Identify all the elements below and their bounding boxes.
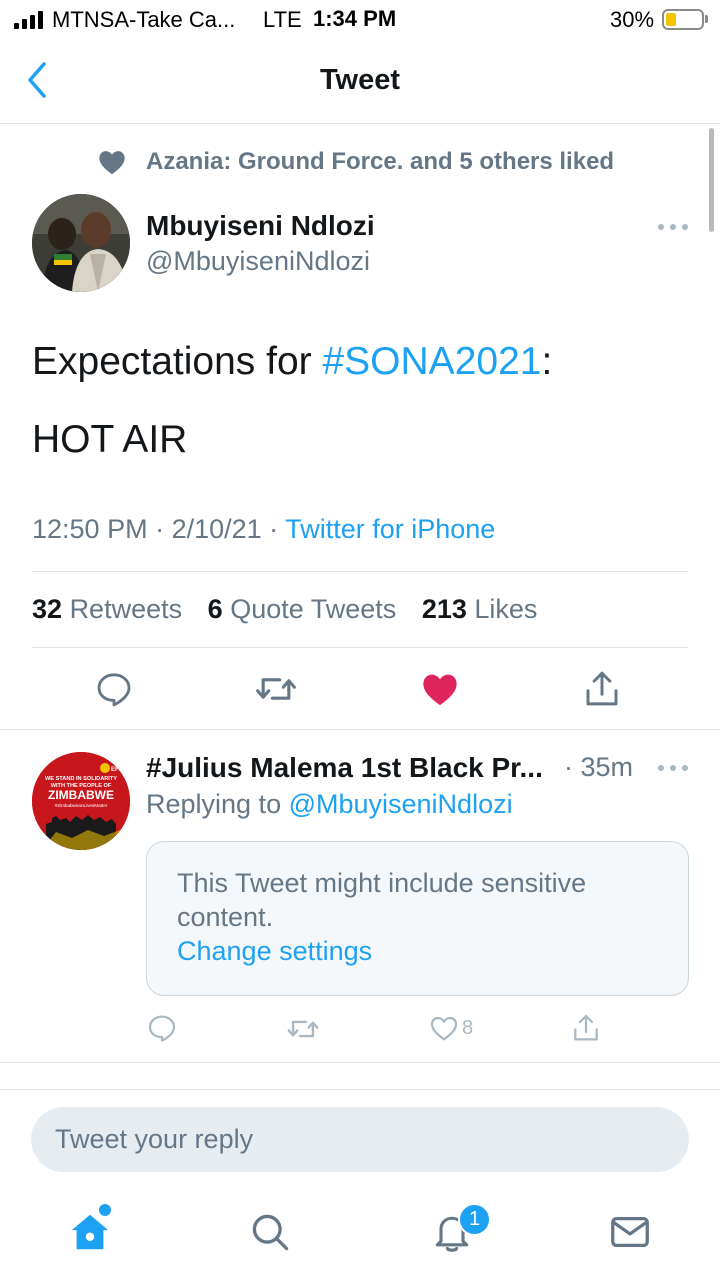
tweet-source-link[interactable]: Twitter for iPhone — [285, 514, 495, 544]
mail-icon — [611, 1216, 649, 1248]
avatar-logo-text: EFF — [111, 767, 123, 773]
reply-retweet-button[interactable] — [286, 1012, 320, 1046]
like-button[interactable] — [418, 667, 462, 711]
signal-icon — [14, 9, 43, 29]
reply-author-name[interactable]: #Julius Malema 1st Black Pr... — [146, 752, 543, 784]
network-type: LTE — [263, 7, 302, 32]
tweet-meta: 12:50 PM · 2/10/21 · Twitter for iPhone — [32, 514, 495, 545]
reply-like-count: 8 — [462, 1016, 474, 1039]
notifications-badge: 1 — [458, 1203, 491, 1236]
likes-stat[interactable]: 213 Likes — [422, 594, 538, 624]
quote-tweets-stat[interactable]: 6 Quote Tweets — [208, 594, 397, 624]
battery-percent: 30% — [610, 7, 655, 32]
retweets-stat[interactable]: 32 Retweets — [32, 594, 182, 624]
heart-icon — [99, 151, 125, 175]
dot-icon — [670, 224, 676, 230]
avatar-text-line3: ZIMBABWE — [48, 788, 114, 802]
dot-icon — [658, 224, 664, 230]
dot-icon — [682, 765, 688, 771]
reply-like-button[interactable]: 8 — [428, 1012, 473, 1044]
carrier-name: MTNSA-Take Ca... — [52, 7, 236, 32]
share-icon — [586, 671, 618, 706]
divider — [32, 647, 688, 648]
retweet-icon — [287, 1020, 319, 1038]
nav-bar: Tweet — [0, 40, 720, 124]
tweet-text-line2: HOT AIR — [32, 418, 188, 461]
tweet-stats: 32 Retweets 6 Quote Tweets 213 Likes — [32, 594, 555, 625]
status-time: 1:34 PM — [313, 6, 397, 31]
share-icon — [574, 1014, 598, 1041]
social-context[interactable]: Azania: Ground Force. and 5 others liked — [96, 146, 614, 178]
heart-filled-icon — [423, 674, 457, 706]
avatar-photo — [32, 194, 130, 292]
reply-time: · 35m — [564, 752, 634, 782]
reply-more-button[interactable] — [658, 763, 688, 773]
avatar-text-line4: #ZimbabweanLivesMatter — [55, 803, 108, 808]
retweets-label: Retweets — [69, 594, 183, 624]
likes-label: Likes — [474, 594, 538, 624]
search-icon — [252, 1214, 289, 1251]
avatar-text-line1: WE STAND IN SOLIDARITY — [45, 776, 117, 782]
reply-author-avatar[interactable]: EFF WE STAND IN SOLIDARITY WITH THE PEOP… — [32, 752, 130, 850]
bottom-bar — [0, 1089, 720, 1280]
share-button[interactable] — [580, 667, 624, 711]
author-name[interactable]: Mbuyiseni Ndlozi — [146, 210, 375, 242]
reply-button[interactable] — [92, 667, 136, 711]
meta-separator: · — [261, 514, 286, 544]
tweet-text-suffix: : — [541, 340, 553, 383]
status-bar: MTNSA-Take Ca... LTE 1:34 PM 30% — [0, 0, 720, 40]
reply-icon — [97, 673, 131, 707]
tab-search[interactable] — [246, 1208, 294, 1256]
home-new-indicator — [99, 1204, 111, 1216]
reply-share-button[interactable] — [570, 1012, 602, 1044]
divider — [0, 1062, 720, 1063]
tweet-text-prefix: Expectations for — [32, 340, 323, 383]
quote-tweets-count: 6 — [207, 594, 223, 624]
author-avatar[interactable] — [32, 194, 130, 292]
sensitive-text: This Tweet might include sensitive conte… — [177, 868, 587, 932]
dot-icon — [658, 765, 664, 771]
meta-separator: · — [147, 514, 172, 544]
battery-icon — [662, 9, 704, 30]
tweet-time: 12:50 PM — [32, 514, 148, 544]
reply-input[interactable] — [31, 1107, 689, 1172]
scrollbar[interactable] — [709, 128, 714, 232]
author-handle[interactable]: @MbuyiseniNdlozi — [146, 246, 370, 277]
page-title: Tweet — [319, 64, 401, 96]
retweet-button[interactable] — [254, 667, 298, 711]
tweet-more-button[interactable] — [658, 222, 688, 232]
social-context-text: Azania: Ground Force. and 5 others liked — [146, 148, 615, 175]
heart-outline-icon — [430, 1016, 458, 1041]
likes-count: 213 — [421, 594, 467, 624]
change-settings-link[interactable]: Change settings — [177, 934, 372, 968]
reply-reply-button[interactable] — [146, 1012, 178, 1044]
replying-prefix: Replying to — [146, 789, 289, 819]
retweets-count: 32 — [32, 594, 63, 624]
tweet-text: Expectations for #SONA2021: — [32, 340, 552, 384]
mention-link[interactable]: @MbuyiseniNdlozi — [289, 789, 513, 819]
retweet-icon — [256, 678, 296, 700]
quote-tweets-label: Quote Tweets — [230, 594, 397, 624]
hashtag-link[interactable]: #SONA2021 — [322, 340, 541, 383]
battery-tip — [705, 15, 708, 23]
divider — [0, 729, 720, 730]
dot-icon — [682, 224, 688, 230]
sensitive-content-notice: This Tweet might include sensitive conte… — [146, 841, 689, 996]
dot-icon — [670, 765, 676, 771]
replying-to: Replying to @MbuyiseniNdlozi — [146, 789, 513, 820]
tab-messages[interactable] — [606, 1208, 654, 1256]
reply-icon — [148, 1015, 176, 1042]
avatar-eff-logo: EFF WE STAND IN SOLIDARITY WITH THE PEOP… — [32, 752, 130, 850]
tweet-date: 2/10/21 — [171, 514, 262, 544]
divider — [32, 571, 688, 572]
